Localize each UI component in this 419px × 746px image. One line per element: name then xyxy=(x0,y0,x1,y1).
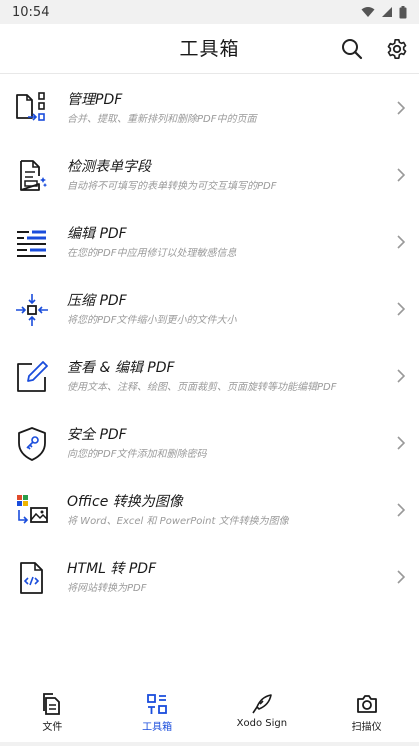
home-indicator-bar xyxy=(0,742,419,746)
tool-item-form-detect[interactable]: 检测表单字段 自动将不可填写的表单转换为可交互填写的PDF xyxy=(0,142,419,209)
tool-title: 压缩 PDF xyxy=(67,293,127,309)
status-time: 10:54 xyxy=(12,4,50,20)
toolbox-icon xyxy=(147,694,168,714)
redact-icon xyxy=(17,230,46,257)
nav-tab-toolbox[interactable]: 工具箱 xyxy=(105,690,210,742)
nav-tab-xodo-sign[interactable]: Xodo Sign xyxy=(210,690,315,742)
gear-icon xyxy=(387,39,407,59)
office-to-image-icon xyxy=(17,495,48,524)
html-to-pdf-icon xyxy=(20,562,43,594)
tool-description: 向您的PDF文件添加和删除密码 xyxy=(67,449,207,460)
camera-icon xyxy=(356,695,377,713)
nav-label: Xodo Sign xyxy=(236,718,288,729)
nav-tab-scanner[interactable]: 扫描仪 xyxy=(314,690,419,742)
tool-item-redact-pdf[interactable]: 编辑 PDF 在您的PDF中应用修订以处理敏感信息 xyxy=(0,209,419,276)
tool-item-security-pdf[interactable]: 安全 PDF 向您的PDF文件添加和删除密码 xyxy=(0,410,419,477)
nav-label: 扫描仪 xyxy=(351,722,382,733)
tool-title: Office 转换为图像 xyxy=(67,494,183,510)
tool-item-view-edit-pdf[interactable]: 查看 & 编辑 PDF 使用文本、注释、绘图、页面裁剪、页面旋转等功能编辑PDF xyxy=(0,343,419,410)
chevron-right-icon xyxy=(397,302,405,316)
tool-description: 将您的PDF文件缩小到更小的文件大小 xyxy=(67,315,237,326)
nav-tab-files[interactable]: 文件 xyxy=(0,690,105,742)
tool-description: 在您的PDF中应用修订以处理敏感信息 xyxy=(67,248,237,259)
tool-title: 安全 PDF xyxy=(67,427,127,443)
tool-item-manage-pdf[interactable]: 管理PDF 合并、提取、重新排列和删除PDF中的页面 xyxy=(0,75,419,142)
chevron-right-icon xyxy=(397,235,405,249)
form-detect-icon xyxy=(20,160,48,191)
chevron-right-icon xyxy=(397,570,405,584)
sign-pen-icon xyxy=(252,694,272,714)
tool-item-compress-pdf[interactable]: 压缩 PDF 将您的PDF文件缩小到更小的文件大小 xyxy=(0,276,419,343)
security-shield-icon xyxy=(18,427,46,461)
wifi-icon xyxy=(361,7,375,17)
tool-description: 自动将不可填写的表单转换为可交互填写的PDF xyxy=(67,181,277,192)
signal-icon xyxy=(382,7,392,17)
tool-description: 合并、提取、重新排列和删除PDF中的页面 xyxy=(67,114,257,125)
search-button[interactable] xyxy=(339,36,365,62)
status-icons xyxy=(361,5,407,19)
chevron-right-icon xyxy=(397,436,405,450)
nav-label: 工具箱 xyxy=(142,722,173,733)
tool-item-html-to-pdf[interactable]: HTML 转 PDF 将网站转换为PDF xyxy=(0,544,419,611)
tool-description: 将网站转换为PDF xyxy=(67,583,147,594)
tool-item-office-to-image[interactable]: Office 转换为图像 将 Word、Excel 和 PowerPoint 文… xyxy=(0,477,419,544)
chevron-right-icon xyxy=(397,101,405,115)
compress-icon xyxy=(16,294,48,326)
status-bar: 10:54 xyxy=(0,0,419,24)
tool-description: 使用文本、注释、绘图、页面裁剪、页面旋转等功能编辑PDF xyxy=(67,382,337,393)
tool-title: 查看 & 编辑 PDF xyxy=(67,360,175,376)
nav-label: 文件 xyxy=(42,722,63,733)
tool-title: 编辑 PDF xyxy=(67,226,127,242)
manage-pages-icon xyxy=(16,92,45,121)
view-edit-icon xyxy=(17,361,48,392)
app-bar: 工具箱 xyxy=(0,24,419,74)
files-icon xyxy=(43,693,61,715)
tool-title: 管理PDF xyxy=(67,92,123,108)
chevron-right-icon xyxy=(397,369,405,383)
tool-description: 将 Word、Excel 和 PowerPoint 文件转换为图像 xyxy=(67,516,289,527)
chevron-right-icon xyxy=(397,503,405,517)
tool-title: 检测表单字段 xyxy=(67,159,151,175)
settings-button[interactable] xyxy=(384,36,410,62)
chevron-right-icon xyxy=(397,168,405,182)
search-icon xyxy=(342,39,363,60)
bottom-nav: 文件 工具箱 Xodo Sign 扫描仪 xyxy=(0,690,419,742)
tool-title: HTML 转 PDF xyxy=(67,561,157,577)
battery-icon xyxy=(399,5,407,18)
tool-list: 管理PDF 合并、提取、重新排列和删除PDF中的页面 检测表单字段 自动将不可填… xyxy=(0,75,419,611)
